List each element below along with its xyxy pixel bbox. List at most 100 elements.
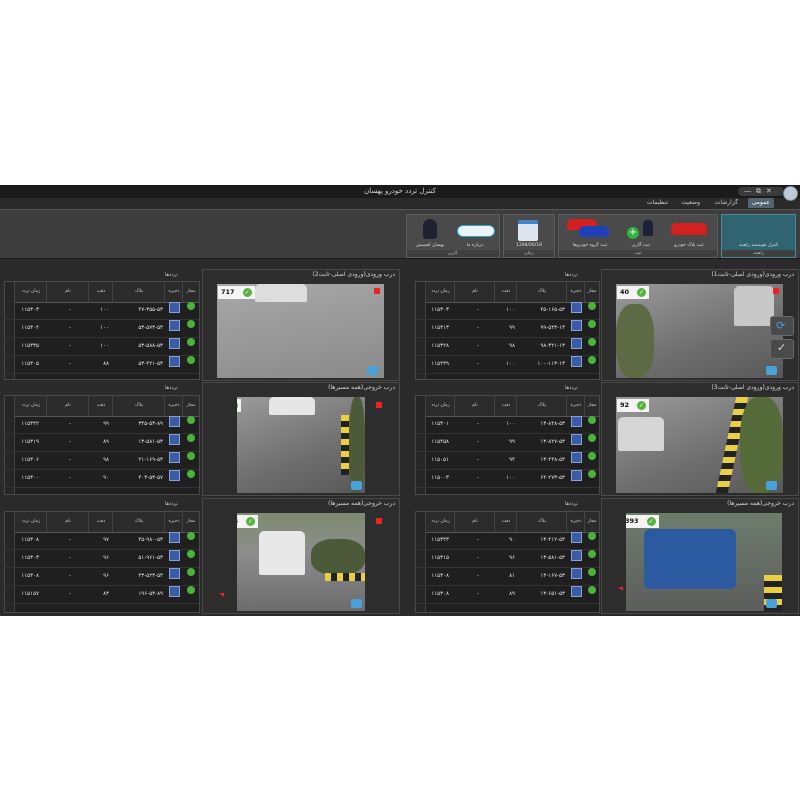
vehicle-count: 393 [626, 517, 639, 525]
table-row[interactable]: ۱۳-۴۱۲-۵۳ ۹۰-۱۱۵۳۴۳ [416, 532, 599, 550]
tab-status[interactable]: وضعیت [677, 198, 704, 208]
ribbon: کنترل هوشمند راهبند راهبند ثبت پلاک خودر… [0, 209, 800, 259]
smart-gate-control-label: کنترل هوشمند راهبند [738, 243, 779, 248]
check-icon: ✓ [246, 516, 256, 526]
table-row[interactable]: ۳۴۵-۵۳-۸۹ ۹۹-۱۱۵۳۴۲ [5, 416, 199, 434]
user-avatar-icon [423, 219, 437, 239]
person-icon [643, 220, 653, 236]
camera-icon[interactable] [766, 599, 777, 608]
table-row[interactable]: ۵۱-۹۶۱-۵۳ ۹۶-۱۱۵۳۰۳ [5, 550, 199, 568]
register-car-group-button[interactable]: ثبت گروه خودروها [561, 217, 619, 249]
check-icon: ✓ [242, 287, 252, 297]
table-row[interactable]: ۴۰۳-۵۳-۵۷ ۹۰-۱۱۵۳۰۰ [5, 470, 199, 488]
user-button[interactable]: پهسان افشیش [409, 217, 451, 249]
camera-title: درب ورودی(ورودی اصلی-ثابت3) [711, 384, 794, 391]
camera-title: درب ورودی(ورودی اصلی-ثابت2) [312, 271, 395, 278]
camera-icon[interactable] [766, 366, 777, 375]
red-car-icon [671, 223, 707, 235]
table-row[interactable]: ۵۳-۵۷۳-۵۳ ۱۰۰-۱۱۵۳۰۴ [5, 320, 199, 338]
vehicle-count-badge: 654✓ [237, 399, 241, 412]
traffic-table: مجاز ذخیره پلاک دقت نام زمان تردد ۴۵-۹۸۰… [4, 511, 200, 613]
about-button[interactable]: درباره ما [453, 217, 497, 249]
tab-reports[interactable]: گزارشات [711, 198, 742, 208]
table-row[interactable]: ۲۱-۱۶۹-۵۳ ۹۸-۱۱۵۳۰۶ [5, 452, 199, 470]
current-date: 1398/06/18 [516, 243, 542, 248]
table-row[interactable]: ۵۳-۵۸۸-۵۳ ۱۰۰-۱۱۵۳۳۵ [5, 338, 199, 356]
camera-panel: درب خروجی(همه مسیرها) 393 ✓ [601, 498, 799, 614]
table-row[interactable]: ۱۳-۱۶۷-۵۳ ۸۱-۱۱۵۳۰۸ [416, 568, 599, 586]
ribbon-tabs: عمومی گزارشات وضعیت تنظیمات [550, 198, 800, 208]
smart-gate-control-button[interactable]: کنترل هوشمند راهبند [724, 217, 793, 249]
table-row[interactable]: ۶۴-۲۷۳-۵۳ ۱۰۰-۱۱۵۰۰۳ [416, 470, 599, 488]
app-window: کنترل تردد خودرو پهسان ✕ ⧉ — عمومی گزارش… [0, 185, 800, 616]
group-label: زمان [504, 250, 554, 257]
table-row[interactable]: ۱۳-۵۸۱-۵۳ ۹۶-۱۱۵۳۱۵ [416, 550, 599, 568]
camera-feed[interactable]: 40 ✓ [616, 284, 783, 378]
camera-panel: درب خروجی(همه مسیرها) 1035 ✓ [202, 498, 400, 614]
table-row[interactable]: ۵۳-۴۲۱-۵۳ ۸۸-۱۱۵۳۰۵ [5, 356, 199, 374]
window-title: کنترل تردد خودرو پهسان [364, 187, 436, 195]
alert-indicator [374, 288, 380, 294]
table-row[interactable]: ۱۳-۴۴۸-۵۳ ۹۴-۱۱۵۰۵۱ [416, 452, 599, 470]
tab-general[interactable]: عمومی [747, 198, 774, 208]
tab-settings[interactable]: تنظیمات [643, 198, 672, 208]
restore-button[interactable]: ⧉ [756, 187, 761, 196]
check-icon: ✓ [646, 516, 656, 526]
traffic-table: مجاز ذخیره پلاک دقت نام زمان تردد ۱۳-۸۴۸… [415, 395, 600, 495]
camera-icon[interactable] [351, 599, 362, 608]
table-row[interactable]: ۱۹۶-۵۳-۸۹ ۸۳-۱۱۵۱۵۷ [5, 586, 199, 604]
register-user-button[interactable]: + ثبت گاربر [621, 217, 661, 249]
camera-icon[interactable] [367, 366, 378, 375]
camera-panel: درب ورودی(ورودی اصلی-ثابت2) 717 ✓ [202, 269, 400, 381]
check-icon: ✓ [777, 341, 787, 354]
table-row[interactable]: ۴۷-۳۵۵-۵۳ ۱۰۰-۱۱۵۳۰۳ [5, 302, 199, 320]
vehicle-count: 92 [620, 401, 630, 409]
table-row[interactable]: ۱۳-۶۵۱-۵۳ ۸۹-۱۱۵۳۰۸ [416, 586, 599, 604]
table-row[interactable]: ۴۳-۵۲۳-۵۳ ۹۶-۱۱۵۳۰۸ [5, 568, 199, 586]
table-row[interactable]: ۱۳-۵۸۱-۵۳ ۸۹-۱۱۵۳۱۹ [5, 434, 199, 452]
group-label: کاربر [407, 250, 499, 257]
table-row[interactable]: ۴۵-۱۶۵-۵۳ ۱۰۰-۱۱۵۳۰۳ [416, 302, 599, 320]
user-label: پهسان افشیش [416, 243, 444, 248]
flag-icon [618, 587, 623, 591]
check-icon: ✓ [637, 400, 647, 410]
traffic-table: مجاز ذخیره پلاک دقت نام زمان تردد ۴۷-۳۵۵… [4, 281, 200, 380]
table-row[interactable]: ۴۵-۹۸۰-۵۳ ۹۷-۱۱۵۳۰۸ [5, 532, 199, 550]
check-icon: ✓ [237, 400, 238, 410]
vehicle-count: 1035 [237, 517, 238, 525]
camera-feed[interactable]: 393 ✓ [626, 513, 782, 611]
minimize-button[interactable]: — [744, 187, 751, 196]
camera-feed[interactable]: 1035 ✓ [237, 513, 365, 611]
camera-title: درب خروجی(همه مسیرها) [328, 384, 395, 391]
vehicle-count-badge: 717 ✓ [218, 286, 255, 299]
register-plate-button[interactable]: ثبت پلاک خودرو [663, 217, 715, 249]
table-row[interactable]: ۱۰۰-۱۱۳-۱۳ ۱۰۰-۱۱۵۴۳۹ [416, 356, 599, 374]
camera-icon[interactable] [766, 481, 777, 490]
window-controls: ✕ ⧉ — [738, 187, 784, 196]
table-row[interactable]: ۱۳-۸۴۸-۵۳ ۱۰۰-۱۱۵۳۰۱ [416, 416, 599, 434]
check-icon: ✓ [637, 287, 647, 297]
ribbon-group-register: ثبت پلاک خودرو + ثبت گاربر ثبت گروه خودر… [558, 214, 718, 258]
camera-panel: درب ورودی(ورودی اصلی-ثابت3) 92 ✓ [601, 382, 799, 496]
about-label: درباره ما [466, 243, 484, 248]
table-row[interactable]: ۹۹-۵۴۳-۱۳ ۹۹-۱۱۵۳۱۳ [416, 320, 599, 338]
flag-icon [219, 593, 224, 597]
title-bar: کنترل تردد خودرو پهسان [0, 185, 800, 198]
vehicle-count-badge: 40 ✓ [617, 286, 650, 299]
table-row[interactable]: ۱۳-۸۲۷-۵۳ ۹۹-۱۱۵۴۵۸ [416, 434, 599, 452]
refresh-button[interactable]: ⟳ [770, 316, 794, 336]
ribbon-group-gate: کنترل هوشمند راهبند راهبند [721, 214, 796, 258]
blue-car-icon [579, 226, 609, 237]
close-button[interactable]: ✕ [766, 187, 772, 196]
date-button[interactable]: 1398/06/18 [506, 217, 552, 249]
camera-feed[interactable]: 92 ✓ [616, 397, 783, 493]
camera-feed[interactable]: 717 ✓ [217, 284, 384, 378]
alert-indicator [376, 518, 382, 524]
vehicle-count-badge: 393 ✓ [626, 515, 659, 528]
camera-icon[interactable] [351, 481, 362, 490]
camera-panel: درب خروجی(همه مسیرها) 654✓ [202, 382, 400, 496]
table-row[interactable]: ۹۸-۳۲۱-۱۳ ۹۸-۱۱۵۳۲۸ [416, 338, 599, 356]
confirm-button[interactable]: ✓ [770, 339, 794, 359]
camera-panel: درب ورودی(ورودی اصلی-ثابت1) 40 ✓ ⟳ ✓ [601, 269, 799, 381]
camera-feed[interactable]: 654✓ [237, 397, 365, 493]
